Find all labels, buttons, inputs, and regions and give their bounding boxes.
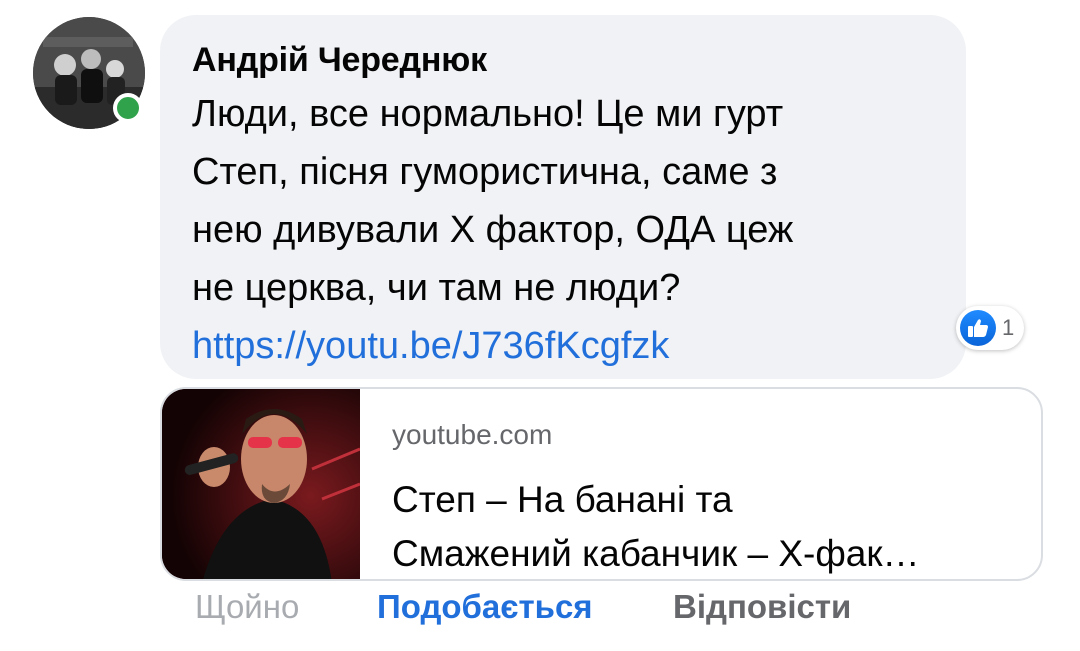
reaction-summary[interactable]: 1 [956, 306, 1025, 350]
link-preview-card[interactable]: youtube.com Степ – На банані та Смажений… [160, 387, 1043, 581]
comment-text-line: не церква, чи там не люди? [192, 267, 681, 309]
comment-link[interactable]: https://youtu.be/J736fKcgfzk [192, 325, 669, 367]
comment-text: Люди, все нормально! Це ми гурт Степ, пі… [192, 85, 932, 375]
comment-author[interactable]: Андрій Череднюк [192, 41, 487, 80]
comment-timestamp[interactable]: Щойно [195, 588, 299, 626]
reply-button[interactable]: Відповісти [673, 588, 851, 626]
preview-title-line: Степ – На банані та [392, 479, 733, 520]
reaction-count: 1 [1002, 315, 1015, 340]
preview-thumbnail [162, 389, 361, 579]
comment-text-line: нею дивували Х фактор, ОДА цеж [192, 209, 794, 251]
online-status-dot [113, 93, 143, 123]
comment-actions: Щойно Подобається Відповісти [195, 588, 851, 626]
preview-title-line: Смажений кабанчик – Х-фак… [392, 533, 920, 574]
comment-bubble: Андрій Череднюк Люди, все нормально! Це … [160, 15, 966, 379]
preview-title: Степ – На банані та Смажений кабанчик – … [392, 473, 1022, 579]
like-reaction-icon [960, 310, 996, 346]
like-button[interactable]: Подобається [377, 588, 593, 626]
comment-text-line: Люди, все нормально! Це ми гурт [192, 93, 784, 135]
comment-text-line: Степ, пісня гумористична, саме з [192, 151, 778, 193]
preview-domain: youtube.com [392, 419, 553, 450]
